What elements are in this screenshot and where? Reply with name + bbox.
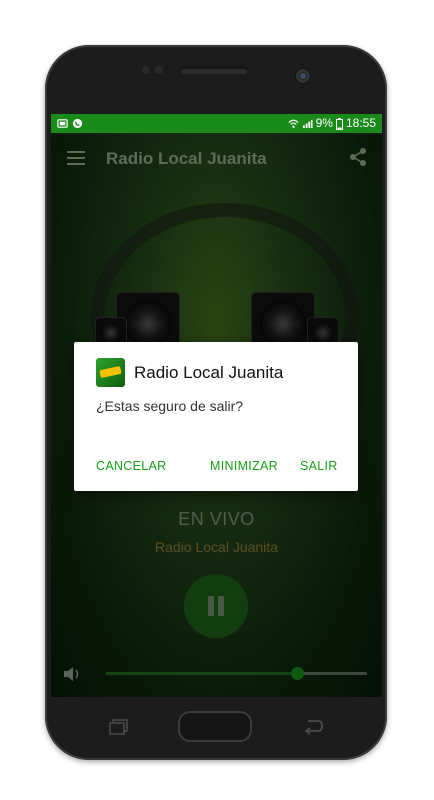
minimize-button[interactable]: MINIMIZAR bbox=[210, 459, 278, 473]
light-sensor bbox=[155, 66, 163, 74]
exit-dialog: Radio Local Juanita ¿Estas seguro de sal… bbox=[74, 342, 358, 491]
clock: 18:55 bbox=[345, 116, 376, 130]
battery-icon bbox=[335, 117, 343, 130]
signal-icon bbox=[302, 119, 313, 129]
proximity-sensor bbox=[142, 66, 150, 74]
dialog-message: ¿Estas seguro de salir? bbox=[96, 398, 244, 414]
earpiece-speaker bbox=[180, 67, 248, 74]
sim-toolkit-icon bbox=[57, 119, 68, 128]
front-camera-icon bbox=[296, 69, 310, 83]
home-button[interactable] bbox=[178, 711, 252, 742]
app-screen: 9% 18:55 Radio Local Juanita EN VIVO Rad… bbox=[51, 114, 382, 697]
exit-button[interactable]: SALIR bbox=[300, 459, 338, 473]
dialog-title: Radio Local Juanita bbox=[134, 363, 284, 382]
wifi-icon bbox=[288, 119, 299, 128]
cancel-button[interactable]: CANCELAR bbox=[96, 459, 166, 473]
whatsapp-icon bbox=[72, 118, 83, 129]
recent-apps-icon[interactable] bbox=[109, 719, 129, 735]
back-icon[interactable] bbox=[302, 717, 324, 735]
app-logo-icon bbox=[96, 358, 125, 387]
battery-percent: 9% bbox=[315, 116, 333, 130]
status-bar: 9% 18:55 bbox=[51, 114, 382, 133]
